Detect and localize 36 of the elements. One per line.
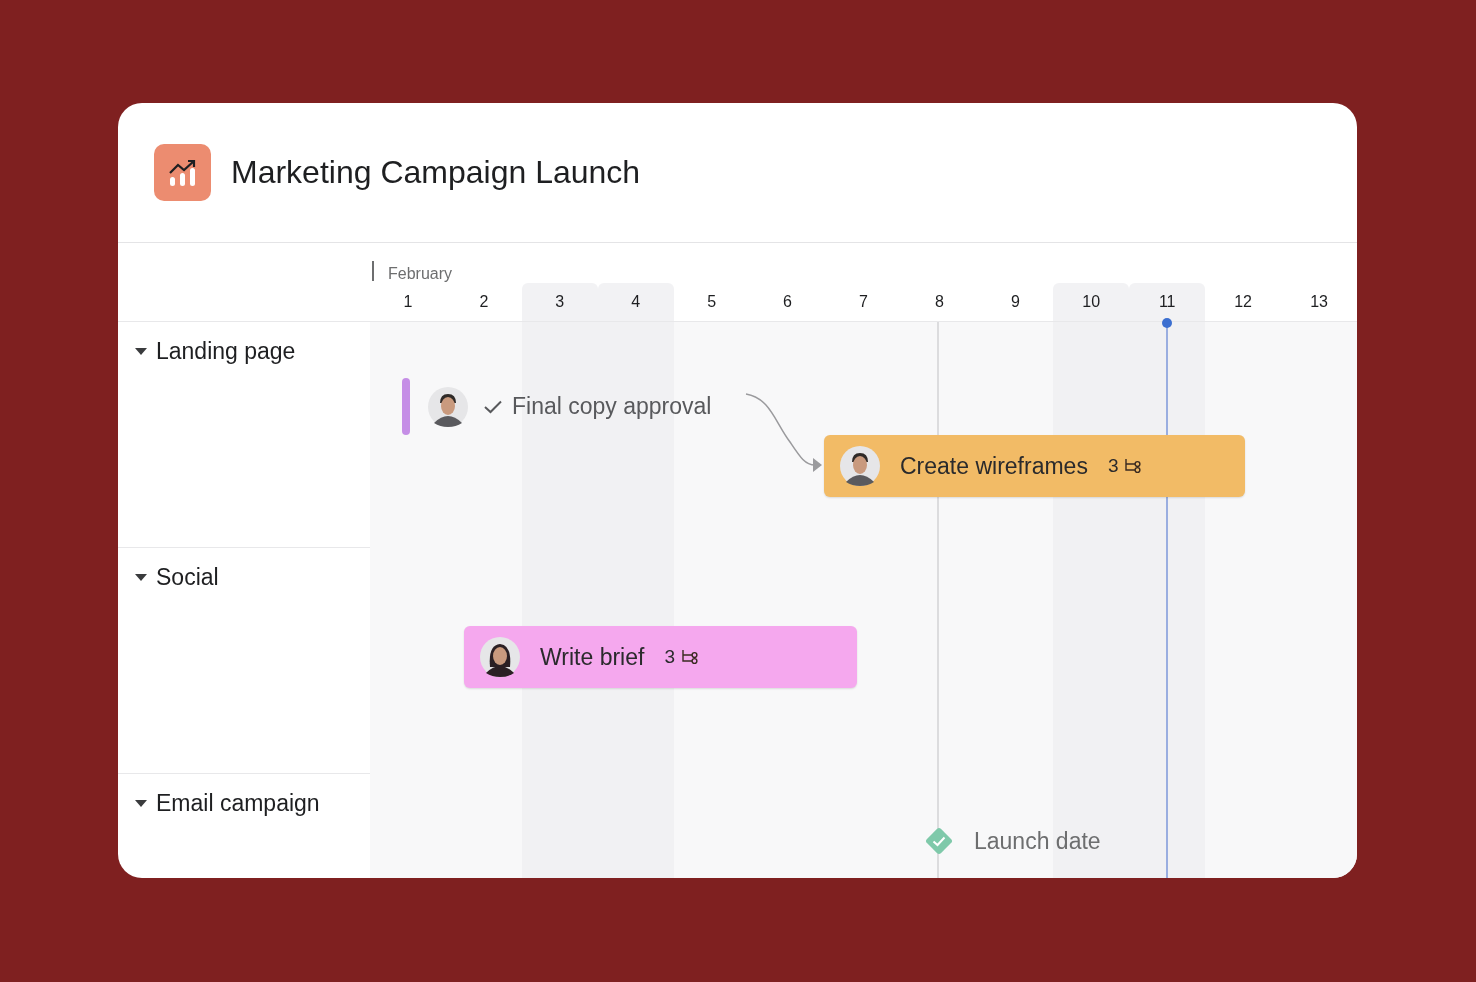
avatar bbox=[840, 446, 880, 486]
project-title: Marketing Campaign Launch bbox=[231, 154, 641, 191]
subtask-count: 3 bbox=[1107, 455, 1119, 477]
day-label: 3 bbox=[555, 293, 565, 311]
check-icon bbox=[484, 399, 502, 414]
avatar bbox=[480, 637, 520, 677]
day-label: 4 bbox=[631, 293, 641, 311]
subtask-icon bbox=[1124, 458, 1143, 474]
day-label: 5 bbox=[707, 293, 717, 311]
chart-icon bbox=[154, 144, 211, 201]
day-label: 9 bbox=[1010, 293, 1020, 311]
task-bar[interactable]: Write brief 3 bbox=[464, 626, 857, 688]
day-label: 11 bbox=[1158, 293, 1176, 311]
milestone-name[interactable]: Launch date bbox=[974, 827, 1101, 855]
day-label: 12 bbox=[1234, 293, 1252, 311]
caret-icon[interactable] bbox=[134, 574, 148, 582]
group-name[interactable]: Landing page bbox=[156, 338, 296, 365]
task-name[interactable]: Final copy approval bbox=[512, 393, 712, 420]
avatar bbox=[428, 386, 468, 427]
day-label: 8 bbox=[934, 293, 944, 311]
day-label: 7 bbox=[859, 293, 868, 311]
subtask-icon bbox=[680, 649, 699, 665]
task-bar[interactable]: Create wireframes 3 bbox=[824, 435, 1245, 497]
month-label: February bbox=[388, 265, 453, 283]
day-label: 1 bbox=[403, 293, 413, 311]
task-name: Create wireframes bbox=[900, 452, 1088, 480]
day-label: 10 bbox=[1082, 293, 1101, 311]
group-name[interactable]: Social bbox=[156, 564, 219, 591]
day-label: 13 bbox=[1310, 293, 1328, 311]
group-name[interactable]: Email campaign bbox=[156, 790, 320, 817]
subtask-count: 3 bbox=[664, 646, 675, 668]
task-name: Write brief bbox=[540, 643, 645, 671]
caret-icon[interactable] bbox=[134, 800, 148, 808]
day-label: 6 bbox=[783, 293, 792, 311]
day-label: 2 bbox=[479, 293, 489, 311]
caret-icon[interactable] bbox=[134, 348, 148, 356]
